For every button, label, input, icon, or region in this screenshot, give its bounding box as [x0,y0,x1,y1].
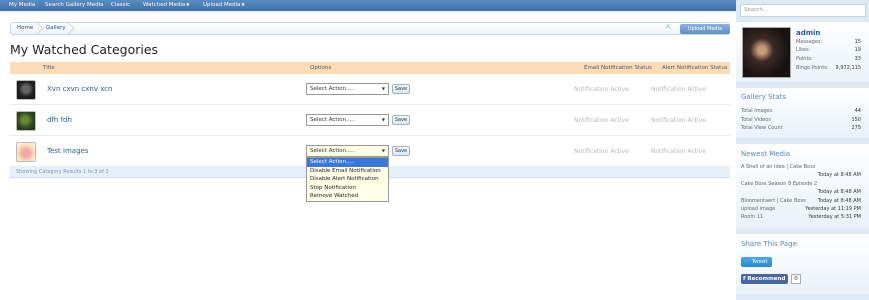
stat-value: 9,972,115 [835,65,861,71]
action-dropdown-list[interactable]: Select Action..... Disable Email Notific… [306,157,389,202]
email-status: Notification Active [574,148,629,155]
save-button[interactable]: Save [392,146,410,156]
results-count: Showing Category Results 1 to 3 of 3 [16,169,109,175]
stat-value: 44 [854,108,861,114]
dropdown-option-select-action[interactable]: Select Action..... [307,158,388,167]
tweet-label: Tweet [751,259,768,265]
alert-status: Notification Active [651,117,706,124]
jump-to-icon[interactable]: ⇱ [666,24,674,32]
action-select-value: Select Action..... [310,148,355,154]
stat-label: Total View Count [741,125,783,131]
breadcrumb-gallery[interactable]: Gallery [46,23,66,34]
category-thumbnail[interactable] [16,80,36,100]
chevron-down-icon: ▼ [381,86,385,91]
share-title: Share This Page [741,240,797,248]
table-row: Xvn cxvn cxnv xcn Select Action..... ▼ Sa… [10,75,730,105]
dropdown-option-disable-alert[interactable]: Disable Alert Notification [307,175,388,184]
tweet-button[interactable]: 🐦 Tweet [741,257,772,267]
recommend-label: Recommend [747,276,786,282]
media-title-link[interactable]: Room 11 [741,214,763,220]
col-options: Options [310,65,332,71]
breadcrumb: Home Gallery [10,22,730,35]
action-select[interactable]: Select Action..... ▼ [306,83,389,95]
chevron-down-icon: ▼ [381,148,385,153]
upload-media-button[interactable]: Upload Media [680,24,730,34]
action-select-value: Select Action..... [310,86,355,92]
category-thumbnail[interactable] [16,111,36,131]
stat-label: Total Images [741,108,773,114]
username-link[interactable]: admin [796,29,820,37]
stat-label: Points: [796,56,813,62]
media-title-link[interactable]: Cake Boss Season 8 Episode 2 [741,181,817,187]
action-select[interactable]: Select Action..... ▼ [306,114,389,126]
category-thumbnail[interactable] [16,142,36,162]
nav-classic[interactable]: Classic [111,2,130,8]
category-link[interactable]: Test images [47,147,88,155]
twitter-icon: 🐦 [743,259,750,265]
dropdown-option-disable-email[interactable]: Disable Email Notification [307,167,388,176]
recommend-button[interactable]: f Recommend [741,274,788,284]
page-title: My Watched Categories [10,42,159,57]
col-alert-status: Alert Notification Status [662,65,728,71]
media-time: Yesterday at 11:19 PM [805,206,861,212]
media-title-link[interactable]: upload image [741,206,775,212]
category-link[interactable]: Xvn cxvn cxnv xcn [47,85,113,93]
media-time: Today at 8:48 AM [817,189,861,195]
avatar[interactable] [742,27,791,78]
action-select[interactable]: Select Action..... ▼ [306,145,389,157]
media-title-link[interactable]: A Shell of an Idea | Cake Boss [741,164,815,170]
stat-label: Bingo Points: [796,65,829,71]
alert-status: Notification Active [651,86,706,93]
alert-status: Notification Active [651,148,706,155]
breadcrumb-separator-icon [68,23,75,34]
save-button[interactable]: Save [392,84,410,94]
stat-value: 15 [854,39,861,45]
stat-value: 275 [851,125,861,131]
gallery-stats-title: Gallery Stats [741,93,787,101]
nav-watched-media[interactable]: Watched Media▼ [143,2,189,8]
media-time: Today at 8:48 AM [817,172,861,178]
stat-value: 150 [851,117,861,123]
media-title-link[interactable]: Bloomentaert | Cake Boss [741,198,806,204]
stat-value: 33 [854,56,861,62]
nav-search-gallery-media[interactable]: Search Gallery Media [45,2,104,8]
col-title: Title [43,65,55,71]
email-status: Notification Active [574,117,629,124]
stat-label: Total Videos [741,117,771,123]
media-time: Today at 8:48 AM [817,198,861,204]
dropdown-option-stop-notification[interactable]: Stop Notification [307,184,388,193]
action-select-value: Select Action..... [310,117,355,123]
email-status: Notification Active [574,86,629,93]
recommend-count: 0 [791,274,801,284]
stat-value: 19 [854,47,861,53]
col-email-status: Email Notification Status [584,65,652,71]
facebook-icon: f [743,276,746,282]
nav-my-media[interactable]: My Media [9,2,35,8]
breadcrumb-separator-icon [37,23,44,34]
table-row: dfh fdh Select Action..... ▼ Save Notific… [10,106,730,136]
chevron-down-icon: ▼ [381,117,385,122]
media-time: Yesterday at 5:31 PM [808,214,861,220]
save-button[interactable]: Save [392,115,410,125]
nav-upload-media[interactable]: Upload Media▼ [203,2,245,8]
stat-label: Likes: [796,47,811,53]
breadcrumb-home[interactable]: Home [17,23,33,34]
stat-label: Messages: [796,39,823,45]
search-input[interactable]: Search... [740,4,866,17]
nav-upload-media-label: Upload Media [203,2,241,8]
chevron-down-icon: ▼ [186,2,190,7]
category-link[interactable]: dfh fdh [47,116,72,124]
newest-media-title: Newest Media [741,150,791,158]
table-header: Title Options Email Notification Status … [10,62,730,74]
chevron-down-icon: ▼ [241,2,245,7]
nav-watched-media-label: Watched Media [143,2,186,8]
dropdown-option-remove-watched[interactable]: Remove Watched [307,192,388,201]
